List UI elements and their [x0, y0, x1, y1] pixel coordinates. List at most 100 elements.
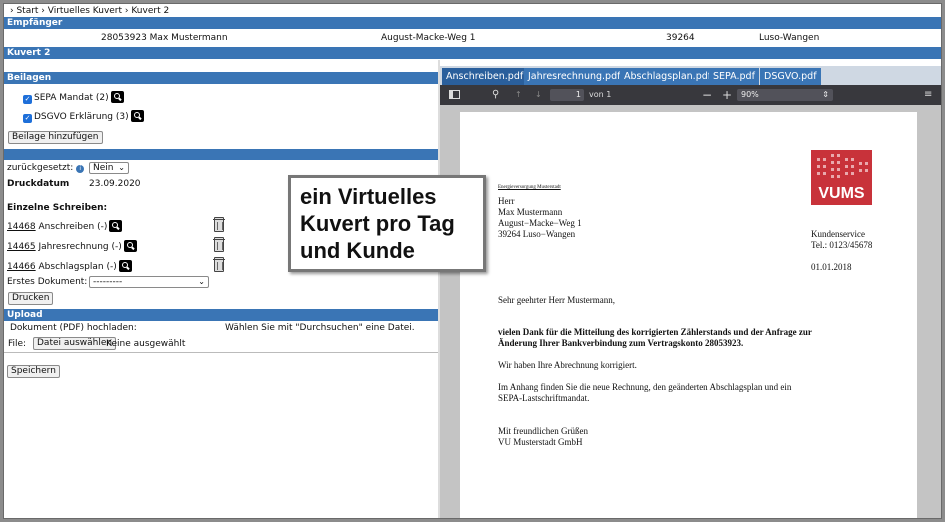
- trash-icon[interactable]: [213, 257, 225, 272]
- checkbox-checked-icon[interactable]: ✓: [23, 114, 32, 123]
- checkbox-checked-icon[interactable]: ✓: [23, 95, 32, 104]
- file-status: Keine ausgewählt: [106, 339, 186, 349]
- arrow-down-icon[interactable]: ↓: [535, 85, 542, 105]
- schreiben-id-link[interactable]: 14465: [7, 242, 36, 252]
- beilage-label: DSGVO Erklärung (3): [34, 112, 129, 122]
- recipient-street: August-Macke-Weg 1: [381, 33, 476, 43]
- addr-line: August−Macke−Weg 1: [498, 218, 582, 228]
- pdf-tab-bar: Anschreiben.pdf Jahresrechnung.pdf Absch…: [440, 66, 941, 85]
- callout-line: Kuvert pro Tag: [300, 211, 455, 236]
- einzelne-schreiben-label: Einzelne Schreiben:: [7, 203, 108, 213]
- druckdatum-value: 23.09.2020: [89, 179, 141, 189]
- pdf-toolbar: ⚲ ↑ ↓ 1 von 1 − + 90% ⇕ ≡: [440, 85, 941, 105]
- service-line: Tel.: 0123/45678: [811, 240, 873, 250]
- druckdatum-label: Druckdatum: [7, 179, 70, 189]
- schreiben-id-link[interactable]: 14468: [7, 222, 36, 232]
- tab-sepa[interactable]: SEPA.pdf: [709, 68, 759, 85]
- section-divider-bar: [4, 149, 438, 160]
- zoom-in-icon[interactable]: +: [722, 85, 732, 105]
- tab-jahresrechnung[interactable]: Jahresrechnung.pdf: [524, 68, 625, 85]
- upload-hint: Wählen Sie mit "Durchsuchen" eine Datei.: [225, 323, 415, 333]
- trash-icon[interactable]: [213, 237, 225, 252]
- recipient-zip: 39264: [666, 33, 695, 43]
- zoom-select[interactable]: 90% ⇕: [737, 89, 833, 101]
- upload-label: Dokument (PDF) hochladen:: [10, 323, 137, 333]
- save-button[interactable]: Speichern: [7, 365, 60, 378]
- file-label: File:: [8, 339, 27, 349]
- schreiben-item: 14466 Abschlagsplan (-): [7, 260, 132, 272]
- empfaenger-header: Empfänger: [4, 17, 941, 29]
- reset-select-value: Nein: [93, 163, 114, 173]
- zoom-out-icon[interactable]: −: [702, 85, 712, 105]
- print-button[interactable]: Drucken: [8, 292, 54, 305]
- search-icon[interactable]: [123, 240, 137, 252]
- search-icon[interactable]: [109, 220, 123, 232]
- search-icon[interactable]: [130, 110, 144, 122]
- letter-closing: Mit freundlichen Grüßen: [498, 426, 588, 436]
- page-number-input[interactable]: 1: [550, 89, 584, 101]
- breadcrumb: › Start › Virtuelles Kuvert › Kuvert 2: [10, 6, 170, 16]
- page-count: von 1: [589, 90, 612, 99]
- callout-line: ein Virtuelles: [300, 184, 437, 209]
- reset-label: zurückgesetzt: i: [7, 163, 85, 173]
- search-icon[interactable]: [118, 260, 132, 272]
- letter-closing: VU Musterstadt GmbH: [498, 437, 583, 447]
- letter-greeting: Sehr geehrter Herr Mustermann,: [498, 295, 615, 305]
- search-icon[interactable]: ⚲: [492, 85, 499, 105]
- addr-line: 39264 Luso−Wangen: [498, 229, 576, 239]
- reset-label-text: zurückgesetzt:: [7, 163, 74, 173]
- info-icon[interactable]: i: [76, 165, 85, 173]
- trash-icon[interactable]: [213, 217, 225, 232]
- vums-logo: VUMS: [811, 150, 872, 205]
- upload-header: Upload: [4, 309, 438, 321]
- tab-abschlagsplan[interactable]: Abschlagsplan.pdf: [620, 68, 716, 85]
- letter-bold-line: vielen Dank für die Mitteilung des korri…: [498, 327, 812, 337]
- recipient-city: Luso-Wangen: [759, 33, 820, 43]
- letter-paragraph: Im Anhang finden Sie die neue Rechnung, …: [498, 382, 792, 392]
- sender-line: Energieversorgung Musterstadt: [498, 185, 561, 190]
- tab-anschreiben[interactable]: Anschreiben.pdf: [442, 68, 528, 85]
- left-pane: Beilagen ✓ SEPA Mandat (2) ✓ DSGVO Erkläru…: [4, 60, 438, 518]
- menu-icon[interactable]: ≡: [924, 85, 932, 105]
- letter-bold-line: Änderung Ihrer Bankverbindung zum Vertra…: [498, 338, 744, 348]
- choose-file-button[interactable]: Datei auswählen: [33, 337, 117, 350]
- letter-paragraph: SEPA-Lastschriftmandat.: [498, 393, 590, 403]
- annotation-callout: ein Virtuelles Kuvert pro Tag und Kunde: [288, 175, 486, 272]
- zoom-value: 90%: [741, 90, 759, 99]
- kuvert-header: Kuvert 2: [4, 47, 941, 59]
- tab-dsgvo[interactable]: DSGVO.pdf: [760, 68, 821, 85]
- schreiben-item: 14465 Jahresrechnung (-): [7, 240, 137, 252]
- chevron-updown-icon: ⇕: [822, 90, 829, 99]
- schreiben-id-link[interactable]: 14466: [7, 262, 36, 272]
- letter-date: 01.01.2018: [811, 262, 852, 272]
- chevron-down-icon: ⌄: [118, 163, 125, 172]
- arrow-up-icon[interactable]: ↑: [515, 85, 522, 105]
- service-line: Kundenservice: [811, 229, 865, 239]
- app-frame: › Start › Virtuelles Kuvert › Kuvert 2 E…: [3, 3, 942, 519]
- search-icon[interactable]: [110, 91, 124, 103]
- chevron-down-icon: ⌄: [198, 277, 205, 286]
- callout-line: und Kunde: [300, 238, 415, 263]
- logo-text: VUMS: [818, 185, 865, 202]
- erstes-dokument-value: ---------: [93, 277, 123, 287]
- erstes-dokument-label: Erstes Dokument:: [7, 277, 88, 287]
- pdf-viewer: Anschreiben.pdf Jahresrechnung.pdf Absch…: [440, 66, 941, 518]
- erstes-dokument-select[interactable]: --------- ⌄: [89, 276, 209, 288]
- schreiben-label: Anschreiben (-): [38, 222, 108, 232]
- beilage-label: SEPA Mandat (2): [34, 93, 109, 103]
- reset-select[interactable]: Nein ⌄: [89, 162, 129, 174]
- divider: [4, 352, 438, 353]
- pdf-page: Energieversorgung Musterstadt Herr Max M…: [460, 112, 917, 518]
- schreiben-item: 14468 Anschreiben (-): [7, 220, 123, 232]
- beilage-item-sepa[interactable]: ✓ SEPA Mandat (2): [23, 91, 124, 104]
- beilagen-header: Beilagen: [4, 72, 438, 84]
- schreiben-label: Jahresrechnung (-): [38, 242, 122, 252]
- recipient-id-name: 28053923 Max Mustermann: [101, 33, 228, 43]
- letter-paragraph: Wir haben Ihre Abrechnung korrigiert.: [498, 360, 637, 370]
- sidebar-toggle-icon[interactable]: [449, 90, 460, 99]
- beilage-item-dsgvo[interactable]: ✓ DSGVO Erklärung (3): [23, 110, 144, 123]
- add-beilage-button[interactable]: Beilage hinzufügen: [8, 131, 103, 144]
- addr-line: Max Mustermann: [498, 207, 563, 217]
- empfaenger-row: 28053923 Max Mustermann August-Macke-Weg…: [4, 32, 941, 45]
- schreiben-label: Abschlagsplan (-): [38, 262, 117, 272]
